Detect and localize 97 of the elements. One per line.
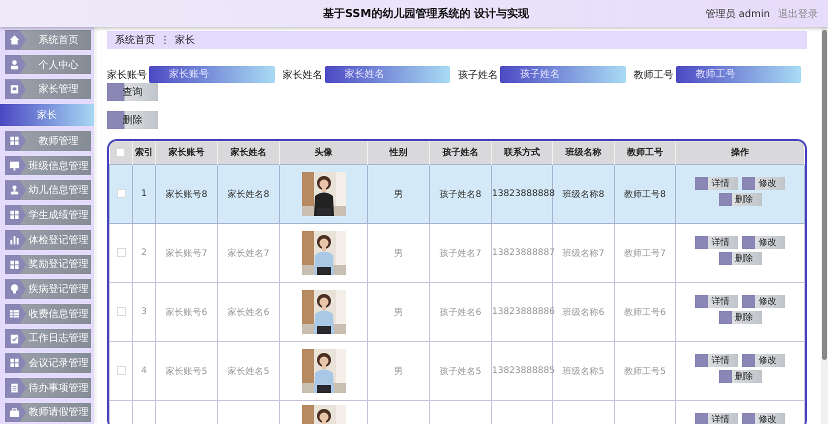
table-cell: 13823888888 bbox=[492, 189, 555, 199]
clipboard-icon bbox=[5, 79, 26, 100]
app-title: 基于SSM的幼儿园管理系统的 设计与实现 bbox=[323, 6, 530, 21]
column-header: 性别 bbox=[368, 141, 430, 164]
column-header: 头像 bbox=[280, 141, 368, 164]
column-header: 家长姓名 bbox=[218, 141, 280, 164]
table-cell: 班级名称6 bbox=[562, 308, 604, 318]
table-cell: 男 bbox=[394, 308, 403, 318]
table-cell: 2 bbox=[141, 248, 147, 258]
table-cell: 13823888887 bbox=[492, 248, 555, 258]
search-field[interactable]: 教师工号 bbox=[676, 66, 801, 83]
search-field[interactable]: 家长账号 bbox=[149, 66, 274, 83]
details-button[interactable]: 详情 bbox=[695, 413, 738, 424]
delete-button[interactable]: 删除 bbox=[718, 252, 762, 265]
briefcase-icon bbox=[5, 402, 26, 422]
row-checkbox[interactable] bbox=[116, 366, 126, 376]
column-header: 索引 bbox=[132, 141, 156, 164]
table-cell: 家长姓名8 bbox=[228, 190, 270, 200]
table-cell: 男 bbox=[394, 190, 403, 200]
table-cell: 男 bbox=[394, 248, 403, 258]
table-row[interactable]: 1 家长账号8 家长姓名8 男 孩子姓名8 13823888888 班级名称8 教师工号8 详情 修改 删除 bbox=[110, 164, 804, 224]
table-cell: 13823888885 bbox=[492, 366, 555, 376]
document-icon bbox=[5, 378, 26, 398]
table-cell: 教师工号8 bbox=[624, 190, 666, 200]
breadcrumb-item: 家长 bbox=[175, 34, 195, 47]
table-cell: 教师工号6 bbox=[624, 308, 666, 318]
table-cell: 班级名称8 bbox=[562, 190, 604, 200]
table-cell: 男 bbox=[394, 366, 403, 376]
bulb-icon bbox=[5, 279, 26, 299]
row-checkbox[interactable] bbox=[116, 307, 126, 316]
table-cell: 家长账号5 bbox=[166, 366, 208, 376]
table-cell: 家长姓名6 bbox=[228, 308, 270, 318]
table-cell: 1 bbox=[141, 189, 147, 199]
column-header: 家长账号 bbox=[156, 141, 218, 164]
user-label: 管理员 admin bbox=[705, 8, 770, 20]
edit-button[interactable]: 修改 bbox=[742, 413, 785, 424]
table-row[interactable]: 详情 修改 bbox=[110, 400, 804, 424]
breadcrumb-separator: ⋮ bbox=[160, 34, 170, 46]
home-icon bbox=[5, 30, 26, 50]
edit-button[interactable]: 修改 bbox=[742, 236, 785, 249]
stamp-icon bbox=[5, 180, 26, 200]
table-cell: 孩子姓名6 bbox=[440, 308, 482, 318]
table-cell: 3 bbox=[141, 307, 147, 317]
grid-icon bbox=[5, 205, 26, 225]
column-header: 操作 bbox=[676, 141, 804, 164]
breadcrumb-item[interactable]: 系统首页 bbox=[115, 33, 155, 47]
table-cell: 孩子姓名5 bbox=[440, 366, 482, 376]
details-button[interactable]: 详情 bbox=[695, 354, 738, 367]
search-field[interactable]: 孩子姓名 bbox=[500, 66, 626, 83]
grid-icon bbox=[5, 353, 26, 373]
grid-icon bbox=[5, 254, 26, 274]
table-icon bbox=[5, 304, 26, 324]
row-checkbox[interactable] bbox=[116, 189, 126, 198]
delete-button[interactable]: 删除 bbox=[718, 311, 762, 324]
table-cell: 家长账号7 bbox=[166, 248, 208, 258]
monitor-icon bbox=[5, 156, 26, 176]
table-cell: 班级名称5 bbox=[562, 366, 604, 376]
select-all-checkbox[interactable] bbox=[116, 148, 126, 157]
table-cell: 孩子姓名8 bbox=[440, 190, 482, 200]
table-cell: 孩子姓名7 bbox=[440, 248, 482, 258]
query-button[interactable]: 查询 bbox=[107, 83, 158, 101]
column-header: 联系方式 bbox=[492, 141, 552, 164]
person-icon bbox=[5, 54, 26, 74]
details-button[interactable]: 详情 bbox=[695, 236, 738, 249]
checklist-icon bbox=[5, 328, 26, 348]
edit-button[interactable]: 修改 bbox=[742, 177, 785, 190]
table-cell: 家长账号8 bbox=[166, 190, 208, 200]
table-cell: 家长账号6 bbox=[166, 308, 208, 318]
table-row[interactable]: 3 家长账号6 家长姓名6 男 孩子姓名6 13823888886 班级名称6 教师工号6 详情 修改 删除 bbox=[110, 282, 804, 342]
row-checkbox[interactable] bbox=[116, 248, 126, 258]
field-label: 教师工号 bbox=[634, 68, 674, 82]
field-label: 孩子姓名 bbox=[458, 68, 498, 82]
table-cell: 4 bbox=[141, 366, 147, 376]
search-field[interactable]: 家长姓名 bbox=[324, 66, 450, 83]
table-row[interactable]: 4 家长账号5 家长姓名5 男 孩子姓名5 13823888885 班级名称5 教师工号5 详情 修改 删除 bbox=[110, 342, 804, 400]
table-cell: 教师工号7 bbox=[624, 248, 666, 258]
column-header: 教师工号 bbox=[614, 141, 676, 164]
grid-icon bbox=[5, 131, 26, 151]
column-header: 孩子姓名 bbox=[430, 141, 492, 164]
field-label: 家长账号 bbox=[107, 68, 147, 82]
scrollbar[interactable] bbox=[821, 27, 828, 424]
table-cell: 家长姓名7 bbox=[228, 248, 270, 258]
edit-button[interactable]: 修改 bbox=[742, 295, 785, 308]
bar-chart-icon bbox=[5, 230, 26, 250]
edit-button[interactable]: 修改 bbox=[742, 354, 785, 367]
delete-button[interactable]: 删除 bbox=[718, 370, 762, 383]
table-cell: 家长姓名5 bbox=[228, 366, 270, 376]
details-button[interactable]: 详情 bbox=[695, 295, 738, 308]
column-header: 班级名称 bbox=[552, 141, 614, 164]
table-row[interactable]: 2 家长账号7 家长姓名7 男 孩子姓名7 13823888887 班级名称7 教师工号7 详情 修改 删除 bbox=[110, 224, 804, 282]
table-cell: 教师工号5 bbox=[624, 366, 666, 376]
table-cell: 班级名称7 bbox=[562, 248, 604, 258]
table-cell: 13823888886 bbox=[492, 307, 555, 317]
details-button[interactable]: 详情 bbox=[695, 177, 738, 190]
field-label: 家长姓名 bbox=[282, 68, 322, 82]
delete-button[interactable]: 删除 bbox=[107, 111, 158, 129]
delete-button[interactable]: 删除 bbox=[718, 193, 762, 206]
